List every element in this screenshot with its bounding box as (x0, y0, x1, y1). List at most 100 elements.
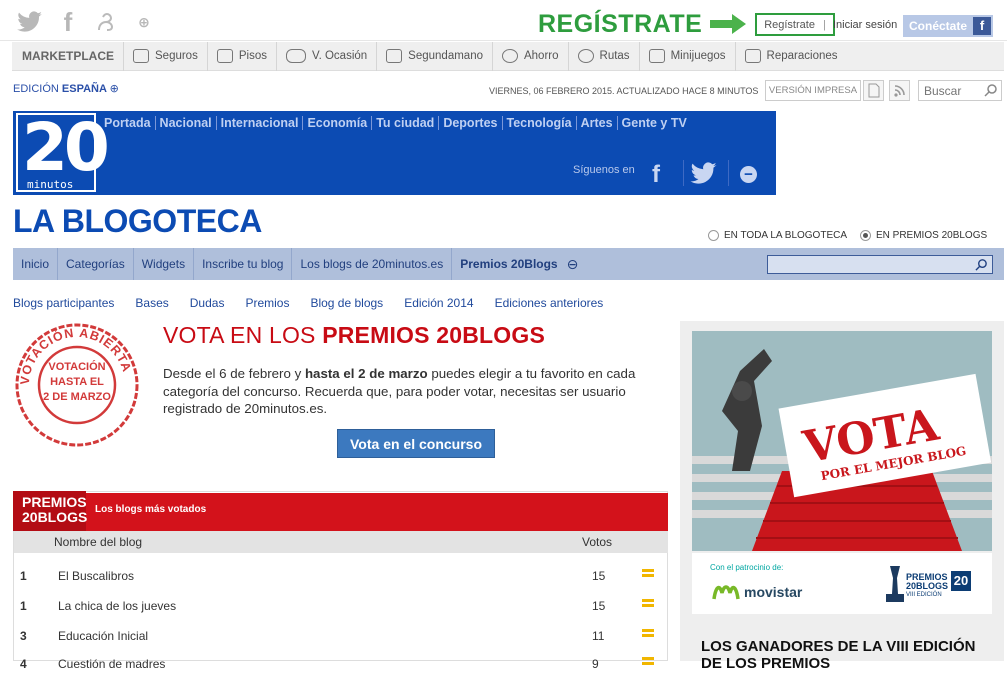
tab-inscribe[interactable]: Inscribe tu blog (194, 248, 293, 280)
table-row[interactable]: 3 Educación Inicial 11 (14, 623, 668, 653)
radio-selected-icon (860, 230, 871, 241)
nav-portada[interactable]: Portada (104, 116, 156, 130)
subnav-ediciones-anteriores[interactable]: Ediciones anteriores (495, 296, 604, 310)
tab-premios[interactable]: Premios 20Blogs ⊖ (452, 248, 586, 280)
document-icon[interactable] (863, 80, 884, 101)
vote-button[interactable]: Vota en el concurso (337, 429, 495, 458)
tab-widgets[interactable]: Widgets (134, 248, 195, 280)
movistar-logo[interactable]: movistar (712, 583, 802, 601)
stats-icon[interactable] (642, 597, 654, 609)
car-icon (285, 49, 306, 63)
tuenti-icon[interactable] (92, 8, 120, 36)
scope-option-all[interactable]: EN TODA LA BLOGOTECA (708, 230, 847, 241)
marketplace-title[interactable]: MARKETPLACE (12, 41, 124, 71)
nav-tu-ciudad[interactable]: Tu ciudad (372, 116, 440, 130)
stamp-line2: HASTA EL (50, 376, 104, 388)
connect-label: Conéctate (909, 19, 968, 33)
ranking-subtitle: Los blogs más votados (95, 504, 207, 515)
main-nav: Portada Nacional Internacional Economía … (104, 116, 691, 130)
nav-economia[interactable]: Economía (303, 116, 373, 130)
table-row[interactable]: 4 Cuestión de madres 9 (14, 651, 668, 681)
premios-small-logo: PREMIOS 20BLOGS 20 VIII EDICIÓN (906, 570, 972, 600)
facebook-icon: f (973, 17, 991, 35)
twitter-icon[interactable] (690, 162, 718, 188)
follow-label: Síguenos en (573, 164, 635, 176)
rss-icon[interactable] (889, 80, 910, 101)
marketplace-item-segundamano[interactable]: Segundamano (377, 41, 493, 71)
vote-poster[interactable]: VOTA POR EL MEJOR BLOG (692, 331, 992, 551)
twitter-icon[interactable] (16, 8, 44, 36)
page-title: LA BLOGOTECA (13, 203, 262, 239)
radio-icon (708, 230, 719, 241)
voting-open-stamp: VOTACIÓN ABIERTA VOTACIÓN HASTA EL 2 DE … (14, 322, 140, 448)
nav-gente-tv[interactable]: Gente y TV (618, 116, 691, 130)
facebook-icon[interactable]: f (652, 161, 660, 189)
col-votes: Votos (582, 535, 613, 549)
connect-facebook-button[interactable]: Conéctate f (903, 15, 993, 37)
marketplace-item-pisos[interactable]: Pisos (208, 41, 277, 71)
toolbox-icon (744, 49, 761, 63)
table-row[interactable]: 1 El Buscalibros 15 (14, 563, 668, 593)
top-social-bar: f ⊕ REGÍSTRATE Regístrate | Iniciar sesió… (0, 0, 1007, 41)
subnav-dudas[interactable]: Dudas (190, 296, 225, 310)
puzzle-icon (648, 49, 665, 63)
print-version-button[interactable]: VERSIÓN IMPRESA (765, 80, 861, 101)
nav-artes[interactable]: Artes (577, 116, 618, 130)
marketplace-item-reparaciones[interactable]: Reparaciones (736, 42, 847, 71)
stamp-line3: 2 DE MARZO (43, 391, 111, 403)
register-callout: REGÍSTRATE (538, 10, 703, 38)
premios-20blogs-logo: PREMIOS 20BLOGS (13, 491, 87, 531)
sponsor-label: Con el patrocinio de: (710, 563, 784, 572)
movistar-icon (712, 585, 740, 600)
tab-categorias[interactable]: Categorías (58, 248, 134, 280)
nav-nacional[interactable]: Nacional (156, 116, 217, 130)
login-link[interactable]: Iniciar sesión (833, 19, 897, 31)
marketplace-item-seguros[interactable]: Seguros (124, 41, 208, 71)
search-icon[interactable] (975, 258, 988, 274)
search-icon[interactable] (984, 83, 998, 97)
subnav-participantes[interactable]: Blogs participantes (13, 296, 114, 310)
nav-deportes[interactable]: Deportes (439, 116, 503, 130)
logo-number: 20 (22, 109, 110, 186)
premios-subnav: Blogs participantes Bases Dudas Premios … (13, 296, 624, 310)
nav-tecnologia[interactable]: Tecnología (503, 116, 577, 130)
tab-inicio[interactable]: Inicio (13, 248, 59, 280)
trophy-icon (884, 564, 906, 607)
marketplace-item-ahorro[interactable]: Ahorro (493, 41, 569, 71)
blog-search-input[interactable] (767, 255, 993, 274)
subnav-blog-de-blogs[interactable]: Blog de blogs (310, 296, 383, 310)
arrow-right-icon (708, 12, 748, 36)
plus-circle-icon: ⊕ (109, 83, 119, 95)
more-icon[interactable]: − (740, 166, 757, 183)
box-icon (386, 49, 403, 63)
col-name: Nombre del blog (54, 535, 143, 549)
stats-icon[interactable] (642, 655, 654, 667)
register-button[interactable]: Regístrate | (755, 13, 835, 36)
subnav-bases[interactable]: Bases (135, 296, 168, 310)
nav-internacional[interactable]: Internacional (217, 116, 304, 130)
dateline: VIERNES, 06 FEBRERO 2015. ACTUALIZADO HA… (489, 86, 759, 96)
plus-icon[interactable]: ⊕ (130, 8, 158, 36)
badge-20: 20 (951, 570, 972, 591)
tab-blogs-20minutos[interactable]: Los blogs de 20minutos.es (292, 248, 453, 280)
collapse-icon: ⊖ (566, 255, 579, 272)
facebook-icon[interactable]: f (54, 7, 82, 37)
marketplace-item-rutas[interactable]: Rutas (569, 41, 640, 71)
marketplace-item-ocasion[interactable]: V. Ocasión (277, 41, 378, 71)
divider (683, 160, 684, 186)
scope-option-premios[interactable]: EN PREMIOS 20BLOGS (860, 230, 987, 241)
stats-icon[interactable] (642, 627, 654, 639)
subnav-edicion-2014[interactable]: Edición 2014 (404, 296, 473, 310)
winners-heading[interactable]: LOS GANADORES DE LA VIII EDICIÓN DE LOS … (701, 638, 993, 672)
subnav-premios[interactable]: Premios (245, 296, 289, 310)
piggy-bank-icon (501, 49, 518, 63)
marketplace-item-minijuegos[interactable]: Minijuegos (640, 41, 736, 71)
vote-heading: VOTA EN LOS PREMIOS 20BLOGS (163, 322, 546, 348)
stats-icon[interactable] (642, 567, 654, 579)
logo-word: minutos (27, 178, 74, 191)
gauge-icon (577, 49, 594, 63)
table-row[interactable]: 1 La chica de los jueves 15 (14, 593, 668, 623)
edition-selector[interactable]: EDICIÓN ESPAÑA ⊕ (13, 82, 119, 95)
marketplace-bar: MARKETPLACE Seguros Pisos V. Ocasión Seg… (12, 41, 1004, 71)
site-logo[interactable]: 20 minutos (16, 109, 110, 192)
